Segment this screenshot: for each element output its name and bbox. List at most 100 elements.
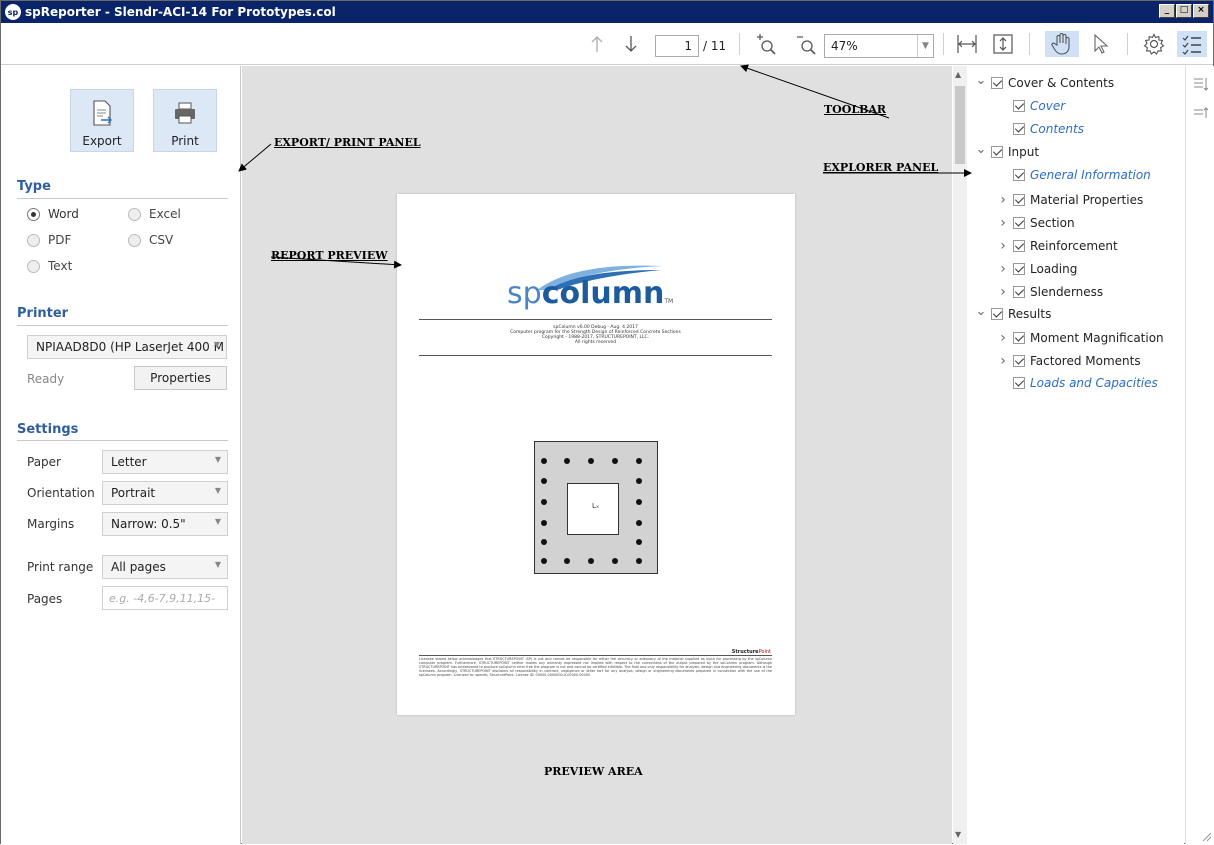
chevron-right-icon[interactable]: › bbox=[997, 353, 1009, 369]
checkbox-checked-icon[interactable] bbox=[991, 308, 1003, 320]
margins-label: Margins bbox=[27, 517, 75, 531]
tree-node-label: Slenderness bbox=[1030, 285, 1104, 299]
checkbox-checked-icon[interactable] bbox=[1013, 377, 1025, 389]
print-range-select[interactable]: All pages ▼ bbox=[102, 555, 228, 579]
paper-select[interactable]: Letter ▼ bbox=[102, 450, 228, 474]
maximize-button[interactable]: □ bbox=[1176, 4, 1192, 18]
tree-node[interactable]: › Moment Magnification bbox=[997, 330, 1163, 346]
radio-dot-icon bbox=[27, 259, 40, 273]
collapse-all-icon[interactable] bbox=[1193, 104, 1209, 124]
rebar-dot bbox=[541, 539, 547, 545]
margins-select[interactable]: Narrow: 0.5" ▼ bbox=[102, 512, 228, 536]
explorer-toggle-button[interactable] bbox=[1177, 31, 1207, 57]
zoom-in-button[interactable] bbox=[751, 31, 781, 57]
checkbox-checked-icon[interactable] bbox=[1013, 217, 1025, 229]
chevron-right-icon[interactable]: › bbox=[997, 330, 1009, 346]
radio-csv[interactable]: CSV bbox=[128, 233, 173, 247]
zoom-value: 47% bbox=[831, 39, 858, 53]
chevron-down-icon: ▼ bbox=[214, 517, 221, 526]
checkbox-checked-icon[interactable] bbox=[1013, 240, 1025, 252]
export-button[interactable]: Export bbox=[70, 89, 134, 152]
checkbox-checked-icon[interactable] bbox=[1013, 332, 1025, 344]
zoom-select[interactable]: 47% ▼ bbox=[824, 34, 934, 58]
radio-word[interactable]: Word bbox=[27, 207, 79, 221]
tree-node[interactable]: Contents bbox=[997, 122, 1084, 136]
tree-node-label[interactable]: Loads and Capacities bbox=[1030, 376, 1158, 390]
zoom-out-icon bbox=[797, 36, 816, 55]
checkbox-checked-icon[interactable] bbox=[1013, 194, 1025, 206]
tree-node[interactable]: Loads and Capacities bbox=[997, 376, 1158, 390]
toolbar: 1 / 11 47% ▼ bbox=[1, 23, 1213, 65]
tree-node[interactable]: Cover bbox=[997, 99, 1065, 113]
checkbox-checked-icon[interactable] bbox=[1013, 355, 1025, 367]
checkbox-checked-icon[interactable] bbox=[991, 146, 1003, 158]
tree-node[interactable]: › Slenderness bbox=[997, 284, 1103, 300]
close-button[interactable]: × bbox=[1193, 4, 1209, 18]
orientation-value: Portrait bbox=[111, 486, 156, 500]
tree-node[interactable]: ⌄ Input bbox=[975, 142, 1040, 160]
footer-disclaimer: Licensee stated below acknowledges that … bbox=[419, 655, 772, 677]
radio-text[interactable]: Text bbox=[27, 259, 72, 273]
fit-page-icon bbox=[993, 34, 1013, 54]
minimize-button[interactable]: _ bbox=[1159, 4, 1175, 18]
chevron-down-icon[interactable]: ⌄ bbox=[975, 304, 987, 319]
tree-node-label[interactable]: General Information bbox=[1030, 168, 1151, 182]
page-count: / 11 bbox=[703, 39, 727, 53]
chevron-down-icon[interactable]: ⌄ bbox=[975, 142, 987, 157]
checkbox-checked-icon[interactable] bbox=[1013, 169, 1025, 181]
chevron-right-icon[interactable]: › bbox=[997, 238, 1009, 254]
radio-excel[interactable]: Excel bbox=[128, 207, 181, 221]
radio-dot-icon bbox=[27, 233, 40, 247]
scrollbar-thumb[interactable] bbox=[955, 86, 965, 164]
zoom-out-button[interactable] bbox=[791, 31, 821, 57]
scroll-up-icon[interactable]: ▲ bbox=[955, 70, 961, 79]
chevron-right-icon[interactable]: › bbox=[997, 192, 1009, 208]
tree-node[interactable]: › Section bbox=[997, 215, 1074, 231]
expand-all-icon[interactable] bbox=[1193, 76, 1209, 96]
fit-width-button[interactable] bbox=[953, 31, 981, 57]
checkbox-checked-icon[interactable] bbox=[1013, 286, 1025, 298]
checkbox-checked-icon[interactable] bbox=[1013, 123, 1025, 135]
chevron-right-icon[interactable]: › bbox=[997, 261, 1009, 277]
rebar-dot bbox=[636, 520, 642, 526]
tree-node[interactable]: › Material Properties bbox=[997, 192, 1143, 208]
pointer-icon bbox=[1094, 33, 1109, 54]
settings-section-title: Settings bbox=[17, 422, 79, 437]
resize-grip-icon[interactable] bbox=[1200, 830, 1212, 845]
settings-button[interactable] bbox=[1139, 31, 1169, 57]
previous-page-button[interactable] bbox=[585, 31, 609, 57]
rebar-dot bbox=[541, 558, 547, 564]
print-button[interactable]: Print bbox=[153, 89, 217, 152]
tree-node[interactable]: ⌄ Results bbox=[975, 304, 1052, 322]
checkbox-checked-icon[interactable] bbox=[1013, 100, 1025, 112]
scroll-down-icon[interactable]: ▼ bbox=[955, 830, 961, 839]
orientation-select[interactable]: Portrait ▼ bbox=[102, 481, 228, 505]
checkbox-checked-icon[interactable] bbox=[1013, 263, 1025, 275]
spcolumn-logo: spcolumnTM bbox=[507, 276, 673, 311]
tree-node[interactable]: General Information bbox=[997, 168, 1151, 182]
page-number-input[interactable]: 1 bbox=[655, 35, 699, 57]
radio-pdf[interactable]: PDF bbox=[27, 233, 71, 247]
chevron-down-icon: ▼ bbox=[214, 486, 221, 495]
select-tool-button[interactable] bbox=[1087, 31, 1115, 57]
checkbox-checked-icon[interactable] bbox=[991, 77, 1003, 89]
properties-button[interactable]: Properties bbox=[134, 366, 227, 390]
fit-page-button[interactable] bbox=[989, 31, 1017, 57]
tree-node-label[interactable]: Cover bbox=[1030, 99, 1065, 113]
column-section-drawing: Lₓ bbox=[534, 441, 658, 574]
pages-input[interactable]: e.g. -4,6-7,9,11,15- bbox=[102, 586, 228, 610]
chevron-right-icon[interactable]: › bbox=[997, 284, 1009, 300]
chevron-down-icon[interactable]: ⌄ bbox=[975, 73, 987, 88]
printer-select[interactable]: NPIAAD8D0 (HP LaserJet 400 M ▼ bbox=[27, 335, 227, 359]
chevron-right-icon[interactable]: › bbox=[997, 215, 1009, 231]
tree-node[interactable]: › Reinforcement bbox=[997, 238, 1118, 254]
tree-node[interactable]: ⌄ Cover & Contents bbox=[975, 73, 1115, 91]
rebar-dot bbox=[636, 458, 642, 464]
tree-node[interactable]: › Loading bbox=[997, 261, 1077, 277]
hand-tool-button[interactable] bbox=[1045, 31, 1079, 57]
explorer-scrollbar[interactable]: ▲ ▼ bbox=[953, 66, 967, 844]
preview-area[interactable]: spcolumnTM spColumn v6.00 Debug - Aug. 4… bbox=[242, 66, 952, 844]
next-page-button[interactable] bbox=[619, 31, 643, 57]
tree-node-label[interactable]: Contents bbox=[1030, 122, 1084, 136]
tree-node[interactable]: › Factored Moments bbox=[997, 353, 1140, 369]
